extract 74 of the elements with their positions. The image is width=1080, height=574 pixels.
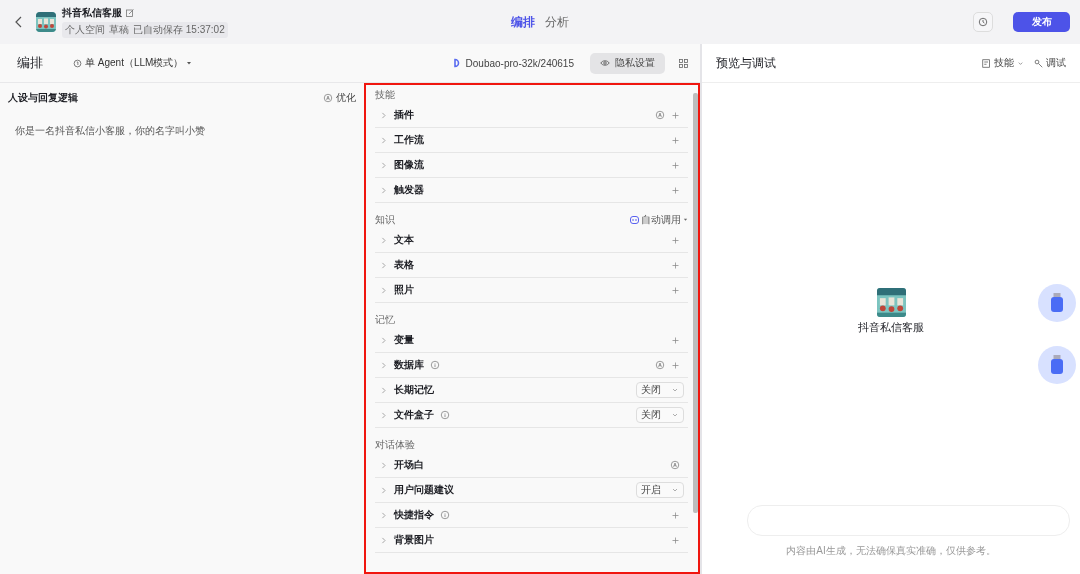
skills-dropdown[interactable]: 技能 [982, 56, 1024, 70]
plus-icon [671, 510, 680, 520]
model-icon [452, 58, 462, 68]
chevron-down-icon [671, 386, 679, 394]
section-title: 技能 [374, 87, 395, 102]
plus-icon [671, 160, 680, 170]
save-time: 已自动保存 15:37:02 [133, 23, 225, 37]
section-item-label[interactable]: 文件盒子 [393, 408, 434, 422]
privacy-button[interactable]: 隐私设置 [590, 52, 665, 74]
scrollbar[interactable] [693, 93, 698, 513]
history-icon[interactable] [973, 12, 993, 32]
plus-icon [671, 335, 680, 345]
status-text: 草稿 [109, 23, 129, 37]
section-item-label[interactable]: 文本 [393, 233, 414, 247]
section-item-label[interactable]: 表格 [393, 258, 414, 272]
prompt-title: 人设与回复逻辑 [8, 91, 78, 105]
section-item-label[interactable]: 触发器 [393, 183, 424, 197]
plugin-button[interactable] [1038, 284, 1076, 322]
section-item-label[interactable]: 变量 [393, 333, 414, 347]
plus-icon [671, 535, 680, 545]
space-tag: 个人空间 [65, 23, 105, 37]
usb-icon [1050, 355, 1064, 375]
publish-button[interactable]: 发布 [1013, 12, 1070, 32]
plus-icon [671, 360, 680, 370]
section-item-label[interactable]: 工作流 [393, 133, 424, 147]
edit-icon[interactable] [126, 9, 134, 17]
mode-selector[interactable]: 单 Agent（LLM模式） [85, 56, 184, 70]
section-item-label[interactable]: 图像流 [393, 158, 424, 172]
panel-title: 编排 [17, 54, 43, 72]
debug-button[interactable]: 调试 [1034, 56, 1066, 70]
section-item-label[interactable]: 数据库 [393, 358, 424, 372]
auto-call-icon [630, 215, 639, 224]
chevron-down-icon [671, 411, 679, 419]
section-item-label[interactable]: 背景图片 [393, 533, 434, 547]
section-item-label[interactable]: 开场白 [393, 458, 424, 472]
section-item-label[interactable]: 插件 [393, 108, 414, 122]
model-selector[interactable]: Doubao-pro-32k/240615 [465, 57, 574, 69]
section-item-label[interactable]: 用户问题建议 [393, 483, 454, 497]
chevron-down-icon [671, 486, 679, 494]
plus-icon [671, 110, 680, 120]
preview-title: 预览与调试 [716, 54, 776, 72]
plus-icon [671, 260, 680, 270]
usb-icon [1050, 293, 1064, 313]
disclaimer-text: 内容由AI生成，无法确保真实准确，仅供参考。 [785, 544, 997, 558]
plus-icon [671, 235, 680, 245]
auto-call-dropdown[interactable]: 自动调用 [630, 212, 688, 227]
wrench-icon [1034, 58, 1043, 68]
caret-icon [186, 60, 193, 66]
section-item-label[interactable]: 长期记忆 [393, 383, 434, 397]
caret-icon [683, 217, 688, 222]
plus-icon [671, 185, 680, 195]
select-dropdown[interactable]: 开启 [636, 482, 684, 498]
prompt-text[interactable]: 你是一名抖音私信小客服，你的名字叫小赞 [15, 124, 356, 138]
tab[interactable]: 分析 [545, 13, 569, 31]
agent-icon [73, 58, 82, 68]
eye-icon [600, 59, 610, 67]
layout-icon[interactable] [679, 58, 688, 68]
section-title: 对话体验 [374, 437, 415, 452]
select-dropdown[interactable]: 关闭 [636, 407, 684, 423]
plus-icon [671, 285, 680, 295]
document-icon [982, 58, 991, 68]
plus-icon [671, 135, 680, 145]
section-item-label[interactable]: 快捷指令 [393, 508, 434, 522]
section-title: 知识 [374, 212, 395, 227]
tab[interactable]: 编排 [511, 13, 535, 31]
auto-icon [322, 93, 333, 103]
bot-name: 抖音私信客服 [62, 6, 122, 20]
chevron-down-icon [1017, 59, 1024, 67]
optimize-button[interactable]: 优化 [322, 91, 356, 105]
select-dropdown[interactable]: 关闭 [636, 382, 684, 398]
plugin-button[interactable] [1038, 346, 1076, 384]
section-title: 记忆 [374, 312, 395, 327]
section-item-label[interactable]: 照片 [393, 283, 414, 297]
bot-name: 抖音私信客服 [858, 320, 924, 335]
